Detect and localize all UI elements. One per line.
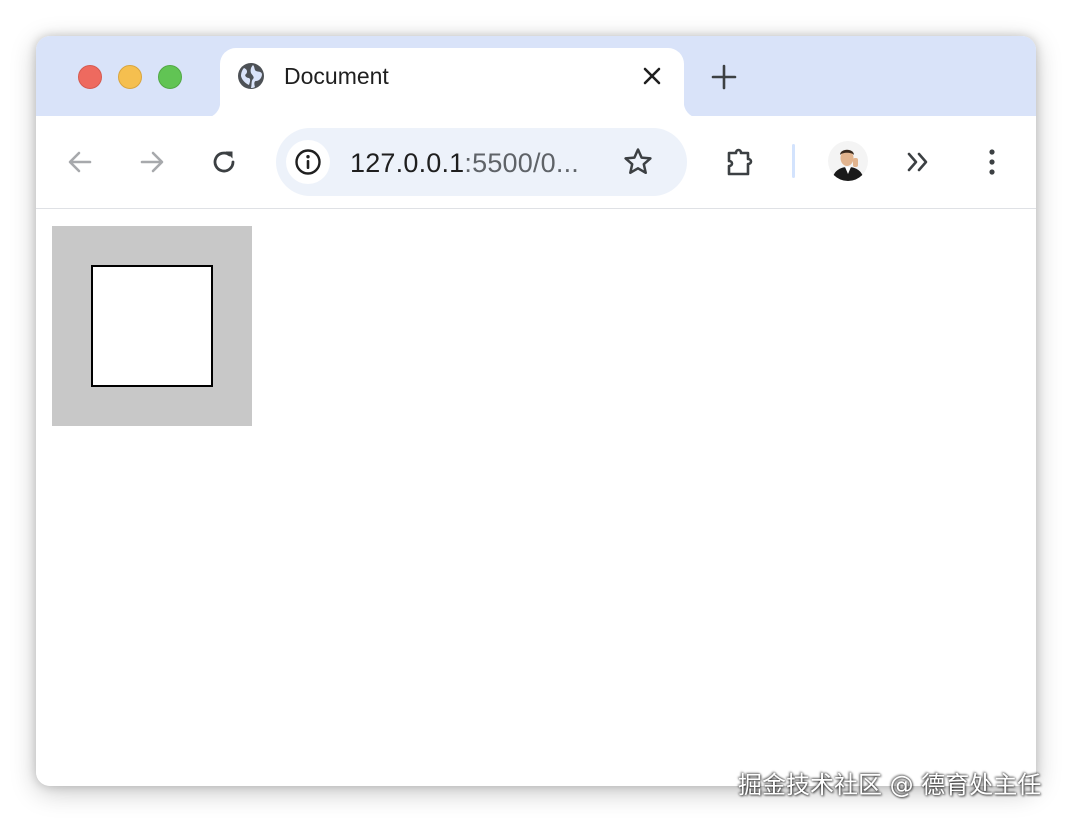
close-window-button[interactable] bbox=[78, 65, 102, 89]
url-path: :5500/0... bbox=[464, 148, 579, 178]
arrow-left-icon[interactable] bbox=[64, 146, 96, 178]
browser-tab[interactable]: Document bbox=[204, 48, 700, 118]
title-bar: Document bbox=[36, 36, 1036, 118]
avatar[interactable] bbox=[828, 141, 868, 181]
inner-white-box bbox=[91, 265, 213, 387]
globe-icon bbox=[238, 63, 264, 89]
star-icon[interactable] bbox=[622, 146, 654, 178]
url-host: 127.0.0.1 bbox=[350, 148, 465, 178]
watermark: 掘金技术社区 @ 德育处主任 bbox=[738, 771, 1042, 799]
address-bar[interactable]: 127.0.0.1:5500/0... bbox=[276, 128, 687, 196]
toolbar: 127.0.0.1:5500/0... bbox=[36, 116, 1036, 209]
page-viewport bbox=[36, 209, 1036, 786]
more-vertical-icon[interactable] bbox=[976, 146, 1008, 178]
puzzle-icon[interactable] bbox=[724, 144, 760, 180]
site-info-button[interactable] bbox=[286, 140, 330, 184]
close-icon[interactable] bbox=[640, 64, 664, 88]
outer-gray-box bbox=[52, 226, 252, 426]
info-icon bbox=[295, 149, 321, 175]
maximize-window-button[interactable] bbox=[158, 65, 182, 89]
minimize-window-button[interactable] bbox=[118, 65, 142, 89]
plus-icon[interactable] bbox=[710, 63, 738, 91]
arrow-right-icon[interactable] bbox=[136, 146, 168, 178]
toolbar-divider bbox=[792, 144, 795, 178]
url-text[interactable]: 127.0.0.1:5500/0... bbox=[350, 147, 579, 179]
browser-window: Document 127.0.0.1:5500/0... bbox=[36, 36, 1036, 786]
reload-icon[interactable] bbox=[208, 146, 240, 178]
chevron-double-right-icon[interactable] bbox=[903, 146, 935, 178]
tab-title: Document bbox=[284, 63, 389, 89]
